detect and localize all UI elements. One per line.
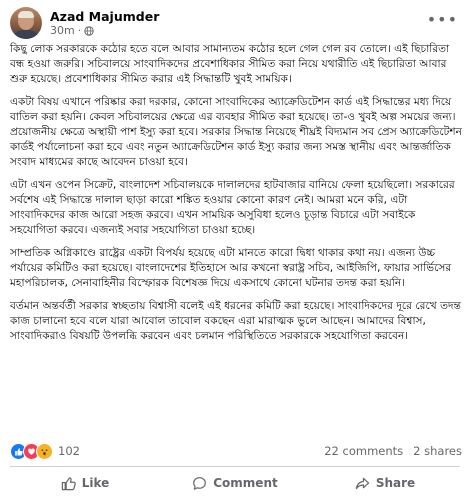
post-time[interactable]: 30m — [50, 24, 75, 38]
reactions-summary[interactable]: 102 — [10, 442, 80, 460]
share-button[interactable]: Share — [310, 468, 460, 498]
comment-label: Comment — [213, 476, 278, 490]
share-arrow-icon — [355, 477, 370, 489]
more-options-icon[interactable]: ••• — [427, 10, 458, 29]
post-paragraph: বর্তমান অন্তর্বর্তী সরকার স্বচ্ছতায় বিশ… — [10, 300, 461, 342]
post-paragraph: একটা বিষয় এখানে পরিষ্কার করা দরকার, কোন… — [10, 96, 462, 168]
avatar[interactable] — [10, 7, 42, 39]
comment-button[interactable]: Comment — [160, 468, 310, 498]
post-paragraph: এটা এখন ওপেন সিক্রেট, বাংলাদেশ সচিবালয়ক… — [10, 179, 455, 236]
post-stats: 102 22 comments 2 shares — [10, 441, 462, 461]
post-paragraph: কিছু লোক সরকারকে কঠোর হতে বলে আবার সামান… — [10, 43, 450, 85]
wow-reaction-icon — [36, 442, 53, 460]
facebook-post: Azad Majumder 30m · ••• কিছু লোক সরকারকে… — [0, 0, 470, 501]
divider — [10, 466, 460, 467]
comment-count[interactable]: 22 comments — [324, 444, 403, 458]
like-label: Like — [81, 476, 110, 490]
post-meta: Azad Majumder 30m · — [50, 9, 159, 38]
engagement-counts: 22 comments 2 shares — [324, 444, 462, 458]
comment-bubble-icon — [193, 476, 207, 490]
share-count[interactable]: 2 shares — [413, 444, 462, 458]
author-name[interactable]: Azad Majumder — [50, 9, 159, 24]
reaction-count: 102 — [58, 444, 80, 458]
globe-icon — [84, 25, 94, 36]
post-time-row: 30m · — [50, 24, 159, 38]
like-thumb-icon — [61, 476, 76, 490]
post-body: কিছু লোক সরকারকে কঠোর হতে বলে আবার সামান… — [10, 42, 462, 352]
share-label: Share — [375, 476, 416, 490]
action-bar: Like Comment Share — [10, 468, 460, 498]
post-header: Azad Majumder 30m · — [10, 6, 159, 40]
post-paragraph: সাম্প্রতিক অগ্নিকাণ্ডে রাষ্ট্রের একটা বি… — [10, 247, 452, 289]
like-button[interactable]: Like — [10, 468, 160, 498]
